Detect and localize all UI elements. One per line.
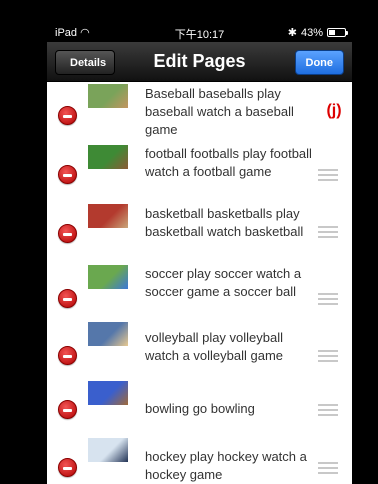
page-words: soccer play soccer watch a soccer game a…	[145, 266, 302, 299]
delete-icon[interactable]	[58, 106, 77, 125]
done-button[interactable]: Done	[294, 50, 344, 75]
bluetooth-icon: ✱	[287, 27, 297, 39]
page-thumbnail	[88, 322, 128, 366]
navigation-bar: Details Edit Pages Done	[47, 42, 352, 82]
page-photo	[88, 145, 128, 169]
battery-icon	[327, 28, 348, 37]
page-words: Baseball baseballs play baseball watch a…	[145, 86, 294, 137]
page-words: bowling go bowling	[145, 401, 255, 416]
j-badge: (j)	[326, 102, 342, 119]
page-thumbnail	[88, 204, 128, 248]
page-words: hockey play hockey watch a hockey game	[145, 449, 307, 482]
page-photo	[88, 322, 128, 346]
device-screen: iPad ◠ 下午10:17 ✱ 43% Details Edit Pages …	[47, 0, 352, 484]
page-photo	[88, 265, 128, 289]
page-words: volleyball play volleyball watch a volle…	[145, 330, 284, 363]
reorder-handle-icon[interactable]	[318, 350, 338, 364]
page-photo	[88, 381, 128, 405]
page-photo	[88, 204, 128, 228]
reorder-handle-icon[interactable]	[318, 293, 338, 307]
battery-percent: 43%	[300, 26, 323, 39]
reorder-handle-icon[interactable]	[318, 226, 338, 240]
list-item[interactable]: Baseball baseballs play baseball watch a…	[47, 82, 352, 140]
page-thumbnail	[88, 438, 128, 482]
page-thumbnail	[88, 145, 128, 189]
delete-icon[interactable]	[58, 400, 77, 419]
list-item[interactable]: bowling go bowling	[47, 378, 352, 436]
page-photo	[88, 84, 128, 108]
page-photo	[88, 438, 128, 462]
page-words: football footballs play football watch a…	[145, 146, 312, 179]
page-thumbnail	[88, 84, 128, 128]
pages-list[interactable]: Baseball baseballs play baseball watch a…	[47, 82, 352, 484]
page-thumbnail	[88, 265, 128, 309]
list-item[interactable]: basketball basketballs play basketball w…	[47, 202, 352, 260]
list-item[interactable]: hockey play hockey watch a hockey game	[47, 436, 352, 484]
page-thumbnail	[88, 381, 128, 425]
delete-icon[interactable]	[58, 458, 77, 477]
delete-icon[interactable]	[58, 165, 77, 184]
delete-icon[interactable]	[58, 346, 77, 365]
status-bar: iPad ◠ 下午10:17 ✱ 43%	[47, 24, 352, 42]
reorder-handle-icon[interactable]	[318, 462, 338, 476]
reorder-handle-icon[interactable]	[318, 169, 338, 183]
reorder-handle-icon[interactable]	[318, 404, 338, 418]
page-words: basketball basketballs play basketball w…	[145, 206, 304, 239]
delete-icon[interactable]	[58, 289, 77, 308]
list-item[interactable]: volleyball play volleyball watch a volle…	[47, 322, 352, 380]
list-item[interactable]: football footballs play football watch a…	[47, 142, 352, 200]
delete-icon[interactable]	[58, 224, 77, 243]
list-item[interactable]: soccer play soccer watch a soccer game a…	[47, 262, 352, 320]
